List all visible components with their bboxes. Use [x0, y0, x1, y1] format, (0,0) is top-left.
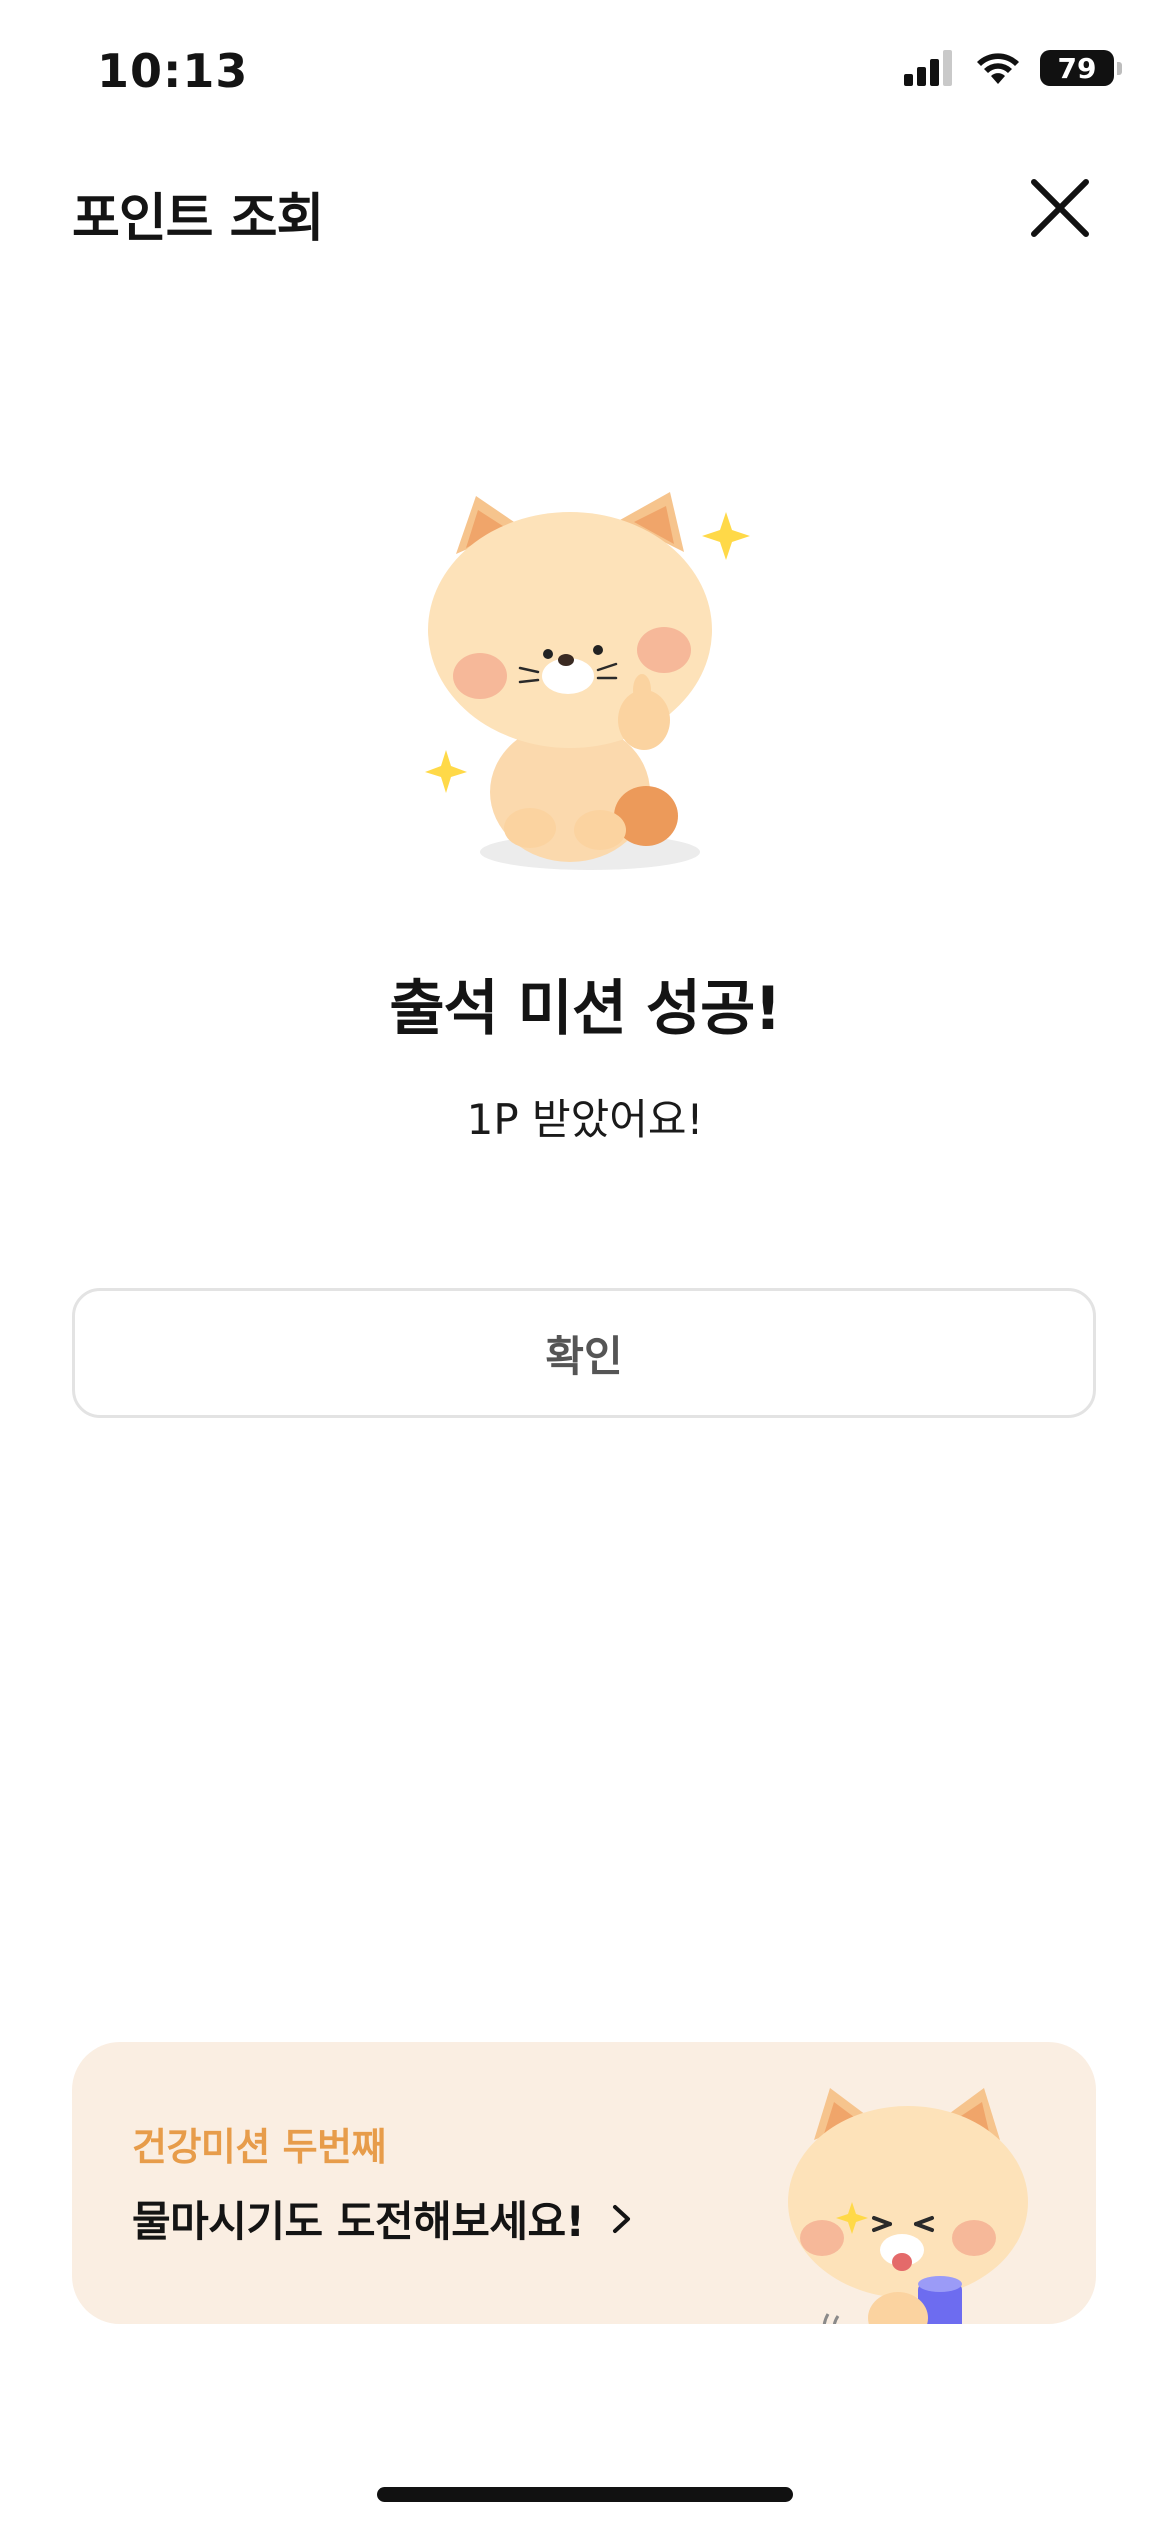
close-button[interactable] — [1024, 172, 1096, 244]
battery-icon: 79 — [1040, 50, 1122, 86]
chevron-right-icon — [613, 2204, 631, 2233]
confirm-button-label: 확인 — [545, 1331, 623, 1381]
banner-title-row: 물마시기도 도전해보세요! — [132, 2188, 634, 2249]
home-indicator — [377, 2487, 793, 2502]
mascot-illustration — [425, 492, 750, 870]
confirm-button[interactable]: 확인 — [72, 1288, 1096, 1418]
wifi-icon — [977, 53, 1019, 84]
success-title: 출석 미션 성공! — [389, 974, 781, 1044]
status-time: 10:13 — [97, 44, 249, 98]
page-title: 포인트 조회 — [72, 189, 324, 249]
promo-banner[interactable]: 건강미션 두번째 물마시기도 도전해보세요! — [72, 2042, 1096, 2324]
banner-mascot-illustration — [788, 2088, 1028, 2324]
close-icon — [1031, 179, 1089, 237]
battery-level: 79 — [1057, 51, 1097, 85]
banner-title: 물마시기도 도전해보세요! — [132, 2197, 585, 2246]
banner-eyebrow: 건강미션 두번째 — [132, 2125, 386, 2169]
signal-icon — [904, 50, 952, 86]
success-subtitle: 1P 받았어요! — [466, 1095, 704, 1144]
status-icons: 79 — [904, 50, 1122, 86]
